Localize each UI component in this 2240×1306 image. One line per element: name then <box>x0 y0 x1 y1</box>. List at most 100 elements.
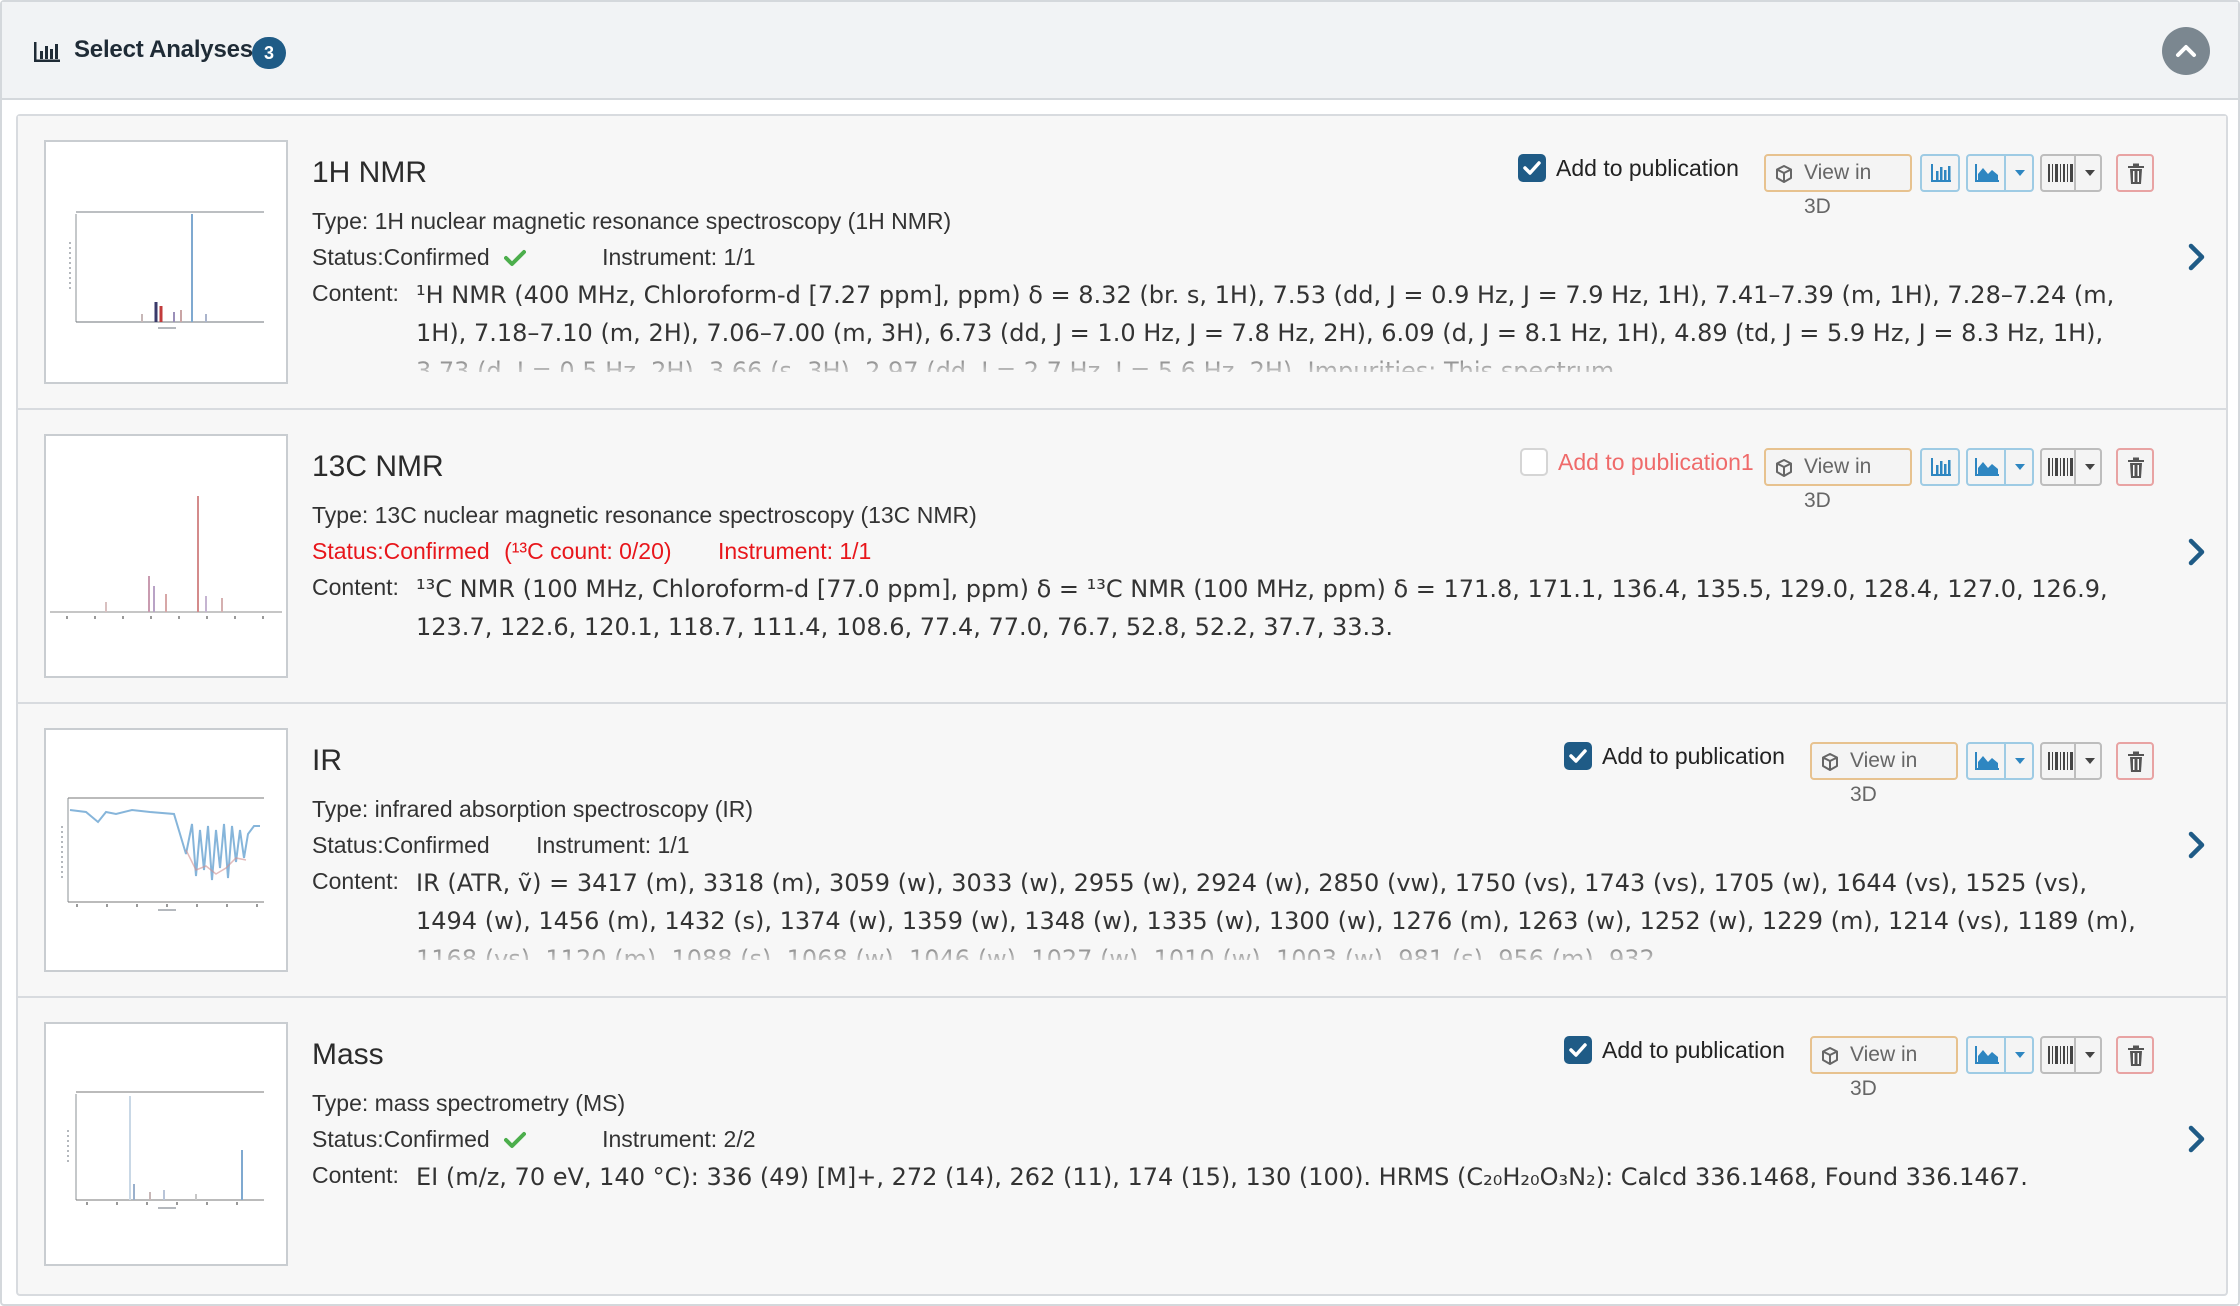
bar-chart-button[interactable] <box>1920 154 1960 192</box>
area-chart-dropdown-button[interactable] <box>1966 448 2034 486</box>
view-in-3d-button[interactable]: View in 3D <box>1810 1036 1958 1100</box>
dropdown-caret-icon[interactable] <box>2004 1038 2032 1072</box>
analysis-title: 1H NMR <box>312 156 428 189</box>
cube-icon <box>1776 165 1792 183</box>
barcode-icon <box>2048 164 2073 182</box>
analyses-list: 1H NMR Type: 1H nuclear magnetic resonan… <box>16 114 2228 1296</box>
area-chart-dropdown-button[interactable] <box>1966 154 2034 192</box>
delete-button[interactable] <box>2116 448 2154 486</box>
analysis-status: Status:Confirmed <box>312 832 490 858</box>
add-to-publication-toggle[interactable]: Add to publication <box>1564 1036 1785 1070</box>
barcode-icon <box>2048 1046 2073 1064</box>
dropdown-caret-icon[interactable] <box>2074 450 2102 484</box>
content-label: Content: <box>312 1162 399 1188</box>
analysis-instrument: Instrument: 1/1 <box>536 832 690 858</box>
analysis-status-line: Status:Confirmed Instrument: 1/1 <box>312 244 756 271</box>
bar-chart-icon <box>1931 458 1951 476</box>
dropdown-caret-icon[interactable] <box>2074 744 2102 778</box>
chevron-right-icon[interactable] <box>2186 242 2208 272</box>
spectrum-thumbnail[interactable] <box>44 728 288 972</box>
panel-title: Select Analyses <box>74 36 253 63</box>
dropdown-caret-icon[interactable] <box>2074 1038 2102 1072</box>
view-in-3d-button[interactable]: View in 3D <box>1810 742 1958 806</box>
chevron-right-icon[interactable] <box>2186 1124 2208 1154</box>
analysis-instrument: Instrument: 1/1 <box>717 538 872 564</box>
analysis-status: Status:Confirmed <box>312 1126 490 1152</box>
analysis-title: IR <box>312 744 342 777</box>
spectrum-thumbnail[interactable] <box>44 1022 288 1266</box>
chevron-right-icon[interactable] <box>2186 537 2208 567</box>
area-chart-icon <box>1975 752 1999 770</box>
area-chart-dropdown-button[interactable] <box>1966 742 2034 780</box>
analysis-row-1h-nmr[interactable]: 1H NMR Type: 1H nuclear magnetic resonan… <box>18 116 2226 410</box>
dropdown-caret-icon[interactable] <box>2004 744 2032 778</box>
analysis-status-line: Status:Confirmed (¹³C count: 0/20) Instr… <box>312 538 871 565</box>
analysis-row-13c-nmr[interactable]: 13C NMR Type: 13C nuclear magnetic reson… <box>18 410 2226 704</box>
delete-button[interactable] <box>2116 1036 2154 1074</box>
trash-icon <box>2128 751 2144 772</box>
bar-chart-icon <box>34 42 60 62</box>
dropdown-caret-icon[interactable] <box>2074 156 2102 190</box>
checkbox-checked-icon[interactable] <box>1564 1036 1592 1064</box>
barcode-dropdown-button[interactable] <box>2040 1036 2102 1074</box>
analysis-content: ¹H NMR (400 MHz, Chloroform-d [7.27 ppm]… <box>416 281 2115 372</box>
analysis-status: Status:Confirmed <box>312 538 490 564</box>
analysis-type: Type: mass spectrometry (MS) <box>312 1090 626 1116</box>
trash-icon <box>2128 163 2144 184</box>
delete-button[interactable] <box>2116 154 2154 192</box>
spectrum-thumbnail[interactable] <box>44 434 288 678</box>
content-label: Content: <box>312 868 399 894</box>
area-chart-icon <box>1975 458 1999 476</box>
add-to-publication-toggle[interactable]: Add to publication <box>1564 742 1785 776</box>
dropdown-caret-icon[interactable] <box>2004 156 2032 190</box>
dropdown-caret-icon[interactable] <box>2004 450 2032 484</box>
checkbox-unchecked-icon[interactable] <box>1520 448 1548 476</box>
cube-icon <box>1822 1047 1838 1065</box>
bar-chart-button[interactable] <box>1920 448 1960 486</box>
analysis-content: IR (ATR, ṽ) = 3417 (m), 3318 (m), 3059 (… <box>416 869 2136 960</box>
collapse-button[interactable] <box>2162 27 2210 75</box>
area-chart-icon <box>1975 1046 1999 1064</box>
add-to-publication-toggle[interactable]: Add to publication1 <box>1520 448 1754 482</box>
spectrum-thumbnail[interactable] <box>44 140 288 384</box>
trash-icon <box>2128 457 2144 478</box>
add-to-publication-toggle[interactable]: Add to publication <box>1518 154 1739 188</box>
check-icon <box>503 250 526 266</box>
view-in-3d-button[interactable]: View in 3D <box>1764 448 1912 512</box>
analysis-type: Type: 13C nuclear magnetic resonance spe… <box>312 502 977 528</box>
cube-icon <box>1822 753 1838 771</box>
delete-button[interactable] <box>2116 742 2154 780</box>
content-label: Content: <box>312 280 399 306</box>
analysis-title: 13C NMR <box>312 450 444 483</box>
barcode-dropdown-button[interactable] <box>2040 154 2102 192</box>
barcode-icon <box>2048 458 2073 476</box>
analysis-status-line: Status:Confirmed Instrument: 1/1 <box>312 832 690 859</box>
analysis-type: Type: infrared absorption spectroscopy (… <box>312 796 754 822</box>
chevron-up-icon <box>2176 45 2196 57</box>
analysis-row-mass[interactable]: Mass Type: mass spectrometry (MS) Status… <box>18 998 2226 1292</box>
check-icon <box>503 1132 526 1148</box>
chevron-right-icon[interactable] <box>2186 830 2208 860</box>
analysis-status-line: Status:Confirmed Instrument: 2/2 <box>312 1126 756 1153</box>
bar-chart-icon <box>1931 164 1951 182</box>
select-analyses-panel: Select Analyses 3 1H NMR Type: 1H nuclea… <box>0 0 2240 1306</box>
trash-icon <box>2128 1045 2144 1066</box>
analysis-content: ¹³C NMR (100 MHz, Chloroform-d [77.0 ppm… <box>416 575 2108 641</box>
view-in-3d-button[interactable]: View in 3D <box>1764 154 1912 218</box>
area-chart-dropdown-button[interactable] <box>1966 1036 2034 1074</box>
analysis-type: Type: 1H nuclear magnetic resonance spec… <box>312 208 952 234</box>
panel-header[interactable]: Select Analyses 3 <box>2 2 2238 100</box>
carbon-count-warning: (¹³C count: 0/20) <box>504 538 672 564</box>
barcode-dropdown-button[interactable] <box>2040 742 2102 780</box>
checkbox-checked-icon[interactable] <box>1564 742 1592 770</box>
cube-icon <box>1776 459 1792 477</box>
checkbox-checked-icon[interactable] <box>1518 154 1546 182</box>
content-label: Content: <box>312 574 399 600</box>
barcode-dropdown-button[interactable] <box>2040 448 2102 486</box>
analyses-count-badge: 3 <box>252 37 286 69</box>
barcode-icon <box>2048 752 2073 770</box>
analysis-row-ir[interactable]: IR Type: infrared absorption spectroscop… <box>18 704 2226 998</box>
area-chart-icon <box>1975 164 1999 182</box>
analysis-content: EI (m/z, 70 eV, 140 °C): 336 (49) [M]+, … <box>416 1163 2028 1191</box>
analysis-status: Status:Confirmed <box>312 244 490 270</box>
